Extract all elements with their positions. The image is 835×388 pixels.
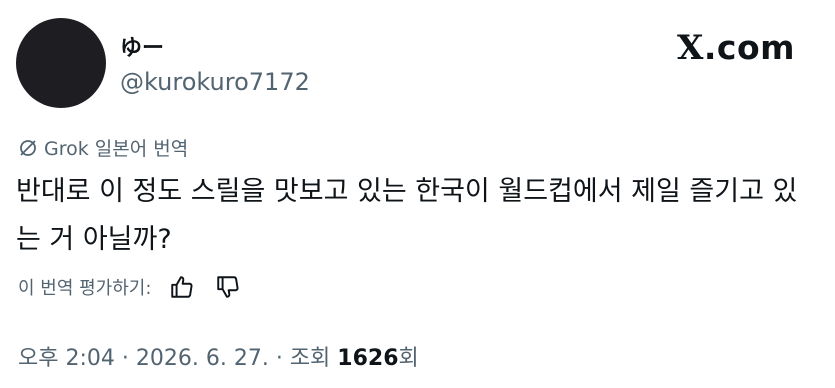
translation-rating: 이 번역 평가하기: xyxy=(18,272,243,302)
tweet-date[interactable]: 2026. 6. 27. xyxy=(136,346,269,371)
rating-label: 이 번역 평가하기: xyxy=(18,278,152,299)
translation-provider-label: Grok 일본어 번역 xyxy=(44,138,189,160)
author-display-name[interactable]: ゆー xyxy=(120,30,164,62)
author-handle[interactable]: @kurokuro7172 xyxy=(120,68,310,96)
views-suffix: 회 xyxy=(398,346,419,371)
tweet-text: 반대로 이 정도 스릴을 맛보고 있는 한국이 월드컵에서 제일 즐기고 있는 … xyxy=(16,176,798,255)
thumbs-down-icon[interactable] xyxy=(213,272,243,302)
grok-icon xyxy=(18,138,38,158)
x-brand-logo: X.com xyxy=(677,28,795,68)
views-prefix: 조회 xyxy=(289,346,338,371)
avatar[interactable] xyxy=(16,18,106,108)
meta-separator: · xyxy=(114,346,136,371)
tweet-meta: 오후 2:04 · 2026. 6. 27. · 조회 1626회 xyxy=(18,340,419,372)
x-logo-icon: X xyxy=(676,28,704,68)
translation-banner: Grok 일본어 번역 xyxy=(18,134,188,161)
views-count: 1626 xyxy=(337,346,399,371)
meta-separator: · xyxy=(268,346,290,371)
brand-domain: .com xyxy=(703,28,795,67)
tweet-time[interactable]: 오후 2:04 xyxy=(18,346,115,371)
thumbs-up-icon[interactable] xyxy=(167,272,197,302)
